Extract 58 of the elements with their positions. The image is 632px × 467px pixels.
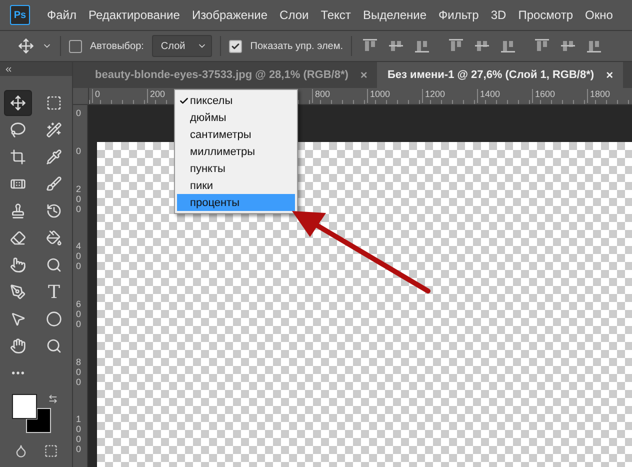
document-tab[interactable]: Без имени-1 @ 27,6% (Слой 1, RGB/8*) × [377,62,624,88]
move-icon[interactable] [4,90,32,116]
ruler-label: 0 [75,146,82,157]
move-icon[interactable] [18,38,34,54]
align-icon[interactable] [414,38,430,54]
ruler-label: 200 [75,184,82,214]
checkbox-label: Показать упр. элем. [250,40,344,52]
checkbox[interactable] [69,40,82,52]
menu-item[interactable]: Слои [280,8,309,22]
collapse-icon[interactable] [4,64,13,74]
align-icon[interactable] [474,38,490,54]
menu-item[interactable]: Редактирование [88,8,180,22]
align-icon[interactable] [586,38,602,54]
checkbox[interactable] [229,40,242,52]
close-button[interactable]: × [606,68,614,82]
menu-item[interactable]: Изображение [192,8,268,22]
background-swatch[interactable] [26,408,51,433]
swap-icon[interactable] [48,394,58,404]
menu-item[interactable]: Выделение [362,8,427,22]
ruler-label: 600 [75,300,82,330]
ruler-label: 200 [147,89,166,103]
foreground-swatch[interactable] [12,394,37,419]
align-icon[interactable] [448,38,464,54]
check-icon [231,42,240,50]
menu-option[interactable]: пики [177,177,295,194]
menu-option[interactable]: сантиметры [177,126,295,143]
ruler-label: 400 [75,242,82,272]
ruler-label: 1600 [532,89,556,103]
menu-option[interactable]: миллиметры [177,143,295,160]
menu-option[interactable]: пункты [177,160,295,177]
type-icon[interactable]: T [40,279,68,305]
menu-option[interactable]: пикселы [177,92,295,109]
ruler-label: 1400 [477,89,500,103]
close-button[interactable]: × [360,68,368,82]
ruler-label: 0 [75,109,82,119]
align-icon[interactable] [388,38,404,54]
ruler-label: 800 [312,89,330,103]
align-icon[interactable] [500,38,516,54]
layer-select[interactable]: Слой [152,35,212,57]
menu-item[interactable]: Фильтр [438,8,479,22]
menu-item[interactable]: Просмотр [518,8,573,22]
ruler-label: 1200 [422,89,446,103]
ruler-label: 1000 [367,89,390,103]
menu-item[interactable]: Файл [47,8,77,22]
ruler-label: 0 [92,89,100,103]
checkbox-label: Автовыбор: [90,40,144,52]
align-icon[interactable] [560,38,576,54]
align-icon[interactable] [362,38,378,54]
menu-option[interactable]: дюймы [177,109,295,126]
ruler-label: 800 [75,358,82,388]
menu-option[interactable]: проценты [177,194,295,211]
app-logo: Ps [10,5,30,25]
ruler-label: 1800 [587,89,610,103]
menu-item[interactable]: 3D [490,8,506,22]
align-icon[interactable] [534,38,550,54]
ruler-label: 1000 [75,415,82,456]
menu-item[interactable]: Окно [585,8,613,22]
menu-item[interactable]: Текст [320,8,351,22]
